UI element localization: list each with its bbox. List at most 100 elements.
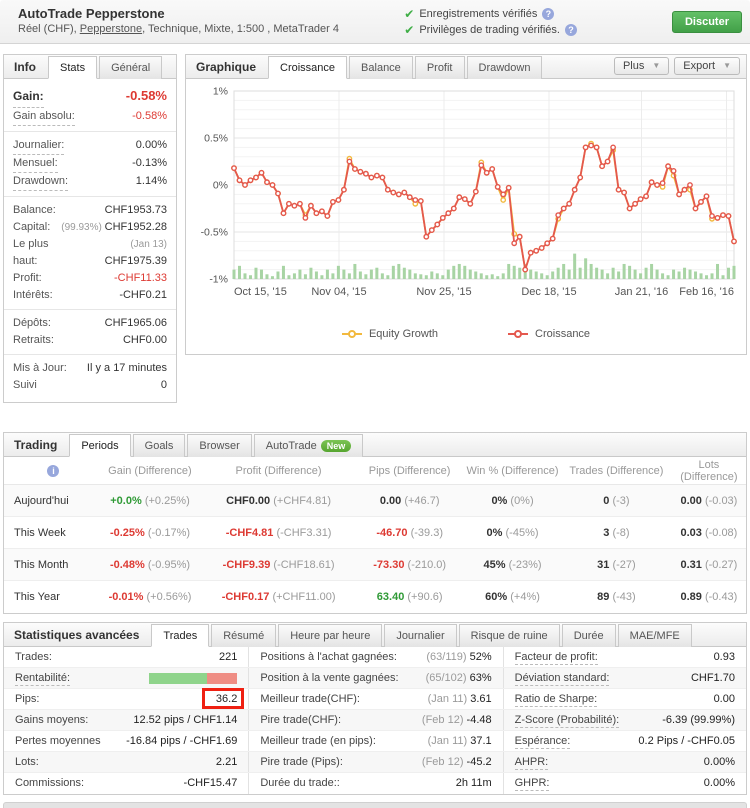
stat-label: Pire trade(CHF): — [260, 710, 341, 730]
table-cell: 0.89 (-0.43) — [672, 591, 746, 603]
tab-chart-croissance[interactable]: Croissance — [268, 56, 347, 79]
divider — [4, 309, 176, 310]
cell-diff-value: (0%) — [510, 495, 533, 507]
stat-value: 221 — [219, 647, 237, 667]
tab-label: Balance — [361, 57, 401, 79]
export-dropdown[interactable]: Export▼ — [674, 57, 740, 75]
cell-diff-value: (-0.27) — [705, 559, 737, 571]
stat-value: 2h 11m — [456, 773, 492, 794]
cell-diff-value: (+4%) — [510, 591, 540, 603]
column-header: Lots (Difference) — [672, 459, 746, 483]
stat-cell: Pips:36.2 — [4, 689, 249, 709]
tab-chart-balance[interactable]: Balance — [349, 56, 413, 79]
broker-link[interactable]: Pepperstone — [80, 23, 142, 35]
tab-stats-mae-mfe[interactable]: MAE/MFE — [618, 624, 692, 647]
cell-main-value: 0% — [487, 527, 503, 539]
tab-trading-autotrade[interactable]: AutoTradeNew — [254, 434, 363, 457]
divider — [4, 131, 176, 132]
tab-stats-dur-e[interactable]: Durée — [562, 624, 616, 647]
stat-cell: Pire trade (Pips):(Feb 12) -45.2 — [249, 752, 503, 772]
info-icon[interactable]: i — [47, 465, 59, 477]
stats-section-title: Statistiques avancées — [4, 628, 151, 646]
svg-text:Nov 25, '15: Nov 25, '15 — [416, 286, 471, 298]
info-icon[interactable]: ? — [565, 24, 577, 36]
tab-info-stats[interactable]: Stats — [48, 56, 97, 79]
stat-row: Commissions:-CHF15.47Durée du trade::2h … — [4, 773, 746, 794]
stat-cell: Gains moyens: 12.52 pips / CHF1.14 — [4, 710, 249, 730]
tab-trading-periods[interactable]: Periods — [69, 434, 130, 457]
stat-label: Gains moyens: — [15, 710, 88, 730]
stat-value: -CHF15.47 — [184, 773, 238, 794]
table-cell: -46.70 (-39.3) — [355, 527, 464, 539]
stat-label: Espérance: — [515, 734, 571, 749]
period-label: This Week — [4, 527, 98, 539]
plus-dropdown[interactable]: Plus▼ — [614, 57, 669, 75]
stat-value: (Feb 12) -4.48 — [422, 710, 492, 730]
info-row-value: 1.14% — [136, 173, 167, 190]
tab-stats-risque-de-ruine[interactable]: Risque de ruine — [459, 624, 560, 647]
stat-value: 2.21 — [216, 752, 237, 772]
stat-label: Meilleur trade(CHF): — [260, 689, 360, 709]
advanced-stats-section: Statistiques avancées Trades RésuméHeure … — [3, 622, 747, 795]
column-header: Profit (Difference) — [202, 465, 355, 477]
cell-main-value: +0.0% — [110, 495, 142, 507]
stat-value: 0.93 — [714, 647, 735, 667]
stat-label: GHPR: — [515, 776, 550, 791]
tab-label: Risque de ruine — [471, 625, 548, 647]
tab-info-g-n-ral[interactable]: Général — [99, 56, 162, 79]
legend-item-croissance[interactable]: Croissance — [508, 328, 590, 340]
tab-stats-journalier[interactable]: Journalier — [384, 624, 456, 647]
period-label: Aujourd'hui — [4, 495, 98, 507]
stat-cell: Lots:2.21 — [4, 752, 249, 772]
cell-diff-value: (+46.7) — [404, 495, 439, 507]
tab-chart-drawdown[interactable]: Drawdown — [467, 56, 543, 79]
info-row-value: CHF1965.06 — [105, 315, 167, 332]
info-row: Gain absolu:-0.58% — [4, 108, 176, 126]
info-row-value: Il y a 17 minutes — [87, 360, 167, 377]
tab-label: Trades — [163, 625, 197, 647]
cell-diff-value: (-0.08) — [705, 527, 737, 539]
tab-label: AutoTrade — [266, 435, 317, 457]
stat-row: Lots:2.21Pire trade (Pips):(Feb 12) -45.… — [4, 752, 746, 773]
check-icon: ✔ — [404, 22, 414, 38]
value-prefix: (65/102) — [426, 672, 470, 684]
stat-row: Gains moyens: 12.52 pips / CHF1.14 Pire tr… — [4, 710, 746, 731]
info-icon[interactable]: ? — [542, 8, 554, 20]
stat-cell: Pertes moyennes-16.84 pips / -CHF1.69 — [4, 731, 249, 751]
tab-trading-goals[interactable]: Goals — [133, 434, 186, 457]
tab-chart-profit[interactable]: Profit — [415, 56, 465, 79]
tab-label: Stats — [60, 57, 85, 79]
table-row: This Month-0.48% (-0.95%)-CHF9.39 (-CHF1… — [4, 549, 746, 581]
info-row-label: Gain: — [13, 86, 44, 108]
cell-main-value: -0.25% — [110, 527, 145, 539]
info-row: Capital:(99.93%) CHF1952.28 — [4, 219, 176, 236]
cell-diff-value: (-0.43) — [705, 591, 737, 603]
account-title: AutoTrade Pepperstone — [18, 6, 404, 22]
legend-dot — [348, 330, 356, 338]
table-cell: 0% (0%) — [464, 495, 561, 507]
stat-cell: Ratio de Sharpe:0.00 — [504, 689, 746, 709]
legend-item-equity-growth[interactable]: Equity Growth — [342, 328, 438, 340]
account-header: AutoTrade Pepperstone Réel (CHF), Pepper… — [0, 0, 750, 44]
growth-chart[interactable]: 1%0.5%0%-0.5%-1%Oct 15, '15Nov 04, '15No… — [188, 85, 744, 320]
period-label: This Year — [4, 591, 98, 603]
cell-main-value: -73.30 — [373, 559, 404, 571]
stat-label: Meilleur trade (en pips): — [260, 731, 376, 751]
tab-stats-heure-par-heure[interactable]: Heure par heure — [278, 624, 382, 647]
stat-value: (63/119) 52% — [426, 647, 491, 667]
tab-label: Croissance — [280, 57, 335, 79]
tab-trading-browser[interactable]: Browser — [187, 434, 251, 457]
stat-value: 12.52 pips / CHF1.14 — [133, 710, 237, 730]
cell-diff-value: (-0.03) — [705, 495, 737, 507]
discuss-button[interactable]: Discuter — [672, 11, 742, 33]
cell-diff-value: (-0.17%) — [148, 527, 190, 539]
stat-cell: Facteur de profit:0.93 — [504, 647, 746, 667]
stat-row: Pertes moyennes-16.84 pips / -CHF1.69 Mei… — [4, 731, 746, 752]
tab-stats-r-sum-[interactable]: Résumé — [211, 624, 276, 647]
info-row-label: Journalier: — [13, 137, 64, 155]
stat-value: -16.84 pips / -CHF1.69 — [126, 731, 237, 751]
chart-legend: Equity Growth Croissance — [188, 320, 744, 350]
cell-diff-value: (+CHF11.00) — [272, 591, 335, 603]
stat-cell: GHPR:0.00% — [504, 773, 746, 794]
tab-stats-trades[interactable]: Trades — [151, 624, 209, 647]
